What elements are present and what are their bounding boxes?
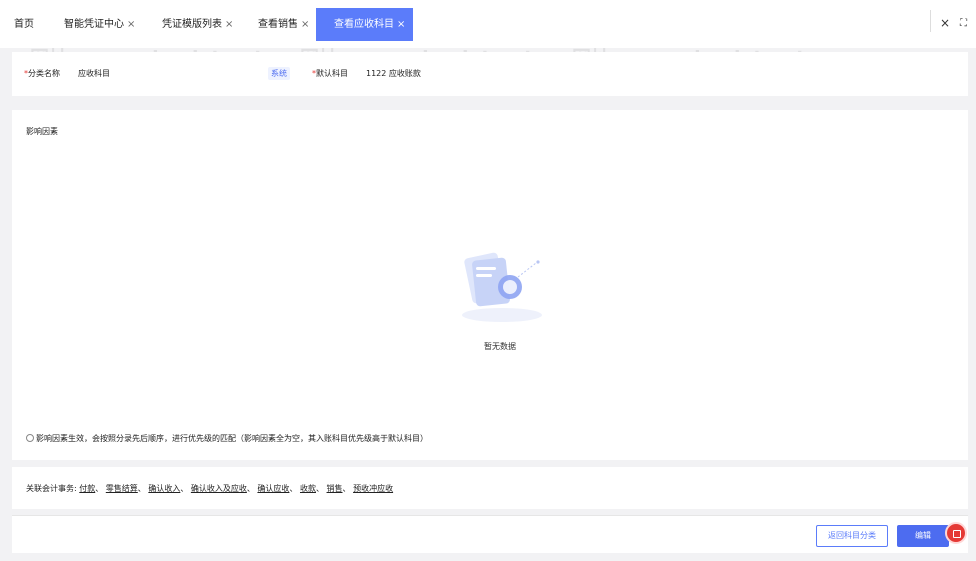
related-link-confirm-receivable[interactable]: 确认应收 [257,484,289,493]
related-link-confirm-income[interactable]: 确认收入 [148,484,180,493]
return-subject-category-button[interactable]: 返回科目分类 [816,525,888,547]
tab-label: 智能凭证中心 [64,19,124,30]
related-link-retail-settlement[interactable]: 零售结算 [106,484,138,493]
fullscreen-icon[interactable]: ⛶ [960,18,967,29]
category-name-label: *分类名称 [24,68,60,79]
related-link-collection[interactable]: 收款 [300,484,316,493]
related-link-confirm-income-receivable[interactable]: 确认收入及应收 [191,484,247,493]
tip-text: 影响因素生效，会按照分录先后顺序，进行优先级的匹配（影响因素全为空，其入账科目优… [36,434,428,443]
related-affairs-list: 关联会计事务: 付款、 零售结算、 确认收入、 确认收入及应收、 确认应收、 收… [26,484,394,493]
tab-label: 查看应收科目 [334,19,394,30]
related-link-sales[interactable]: 销售 [327,484,343,493]
close-icon[interactable]: × [397,19,405,30]
label-text: 分类名称 [28,69,60,78]
tab-bar: 首页 智能凭证中心 × 凭证模版列表 × 查看销售 × 查看应收科目 × × ⛶ [0,0,976,48]
tab-view-receivable-subject[interactable]: 查看应收科目 × [316,8,414,41]
default-subject-value: 1122 应收账款 [366,69,421,78]
tab-label: 查看销售 [258,19,298,30]
tab-smart-voucher-center[interactable]: 智能凭证中心 × [64,8,135,41]
footer-bar: 返回科目分类 编辑 [12,515,968,553]
tab-label: 首页 [14,19,34,30]
tab-voucher-template-list[interactable]: 凭证模版列表 × [162,8,233,41]
related-affairs-card: 关联会计事务: 付款、 零售结算、 确认收入、 确认收入及应收、 确认应收、 收… [12,467,968,509]
label-text: 默认科目 [316,69,348,78]
lightbulb-icon [26,434,34,442]
close-icon[interactable]: × [127,19,135,30]
edit-button[interactable]: 编辑 [897,525,949,547]
category-name-value: 应收科目 [78,69,110,78]
section-title: 影响因素 [26,127,58,136]
chat-support-icon[interactable] [945,522,967,544]
related-link-payment[interactable]: 付款 [79,484,95,493]
default-subject-label: *默认科目 [312,68,348,79]
tab-label: 凭证模版列表 [162,19,222,30]
category-info-card: *分类名称 应收科目 系统 *默认科目 1122 应收账款 [12,52,968,96]
related-affairs-label: 关联会计事务: [26,484,77,493]
close-icon[interactable]: × [301,19,309,30]
influence-tip: 影响因素生效，会按照分录先后顺序，进行优先级的匹配（影响因素全为空，其入账科目优… [26,433,428,444]
empty-state-text: 暂无数据 [484,342,516,351]
related-link-advance-offset[interactable]: 预收冲应收 [353,484,393,493]
system-badge: 系统 [268,67,290,80]
tab-view-sales[interactable]: 查看销售 × [258,8,309,41]
tab-home[interactable]: 首页 [14,8,34,41]
close-icon[interactable]: × [225,19,233,30]
empty-data-illustration-icon [462,252,542,322]
divider [930,10,931,32]
influence-factors-card: 影响因素 暂无数据 影响因素生效，会按照分录先后顺序，进行优先级的匹配（影响因素… [12,110,968,460]
close-icon[interactable]: × [940,16,950,30]
